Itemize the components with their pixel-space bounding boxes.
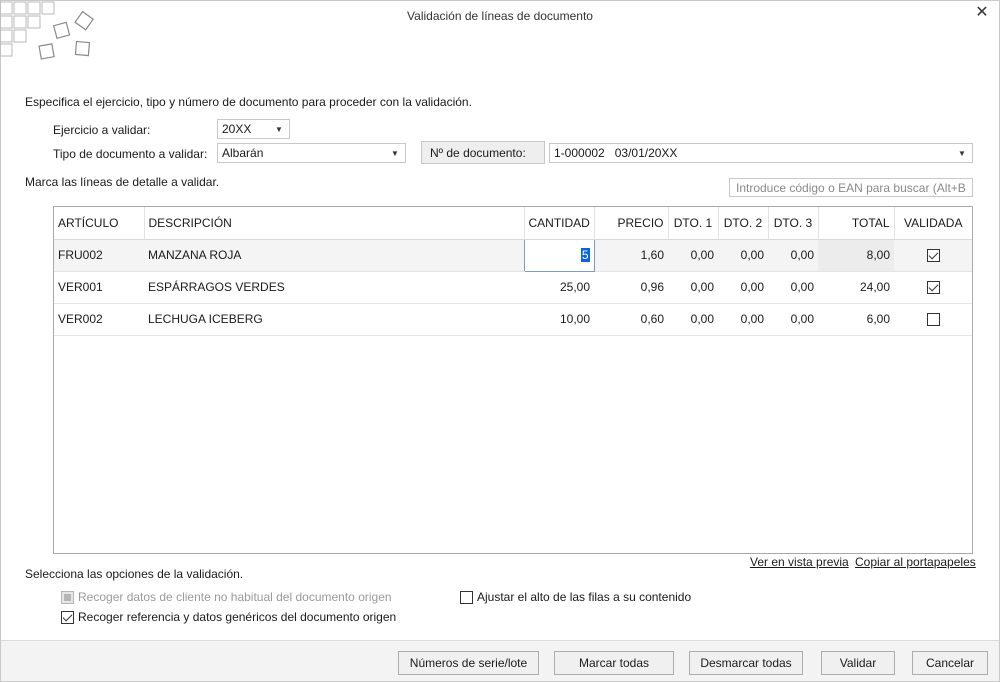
- cell-descripcion: MANZANA ROJA: [144, 239, 524, 272]
- cell-dto1: 0,00: [668, 303, 718, 336]
- cell-articulo: FRU002: [54, 239, 144, 272]
- cell-dto3: 0,00: [768, 271, 818, 304]
- cell-articulo: VER002: [54, 303, 144, 336]
- serie-lote-button[interactable]: Números de serie/lote: [398, 651, 539, 675]
- validada-checkbox[interactable]: [926, 281, 940, 295]
- cell-dto1: 0,00: [668, 271, 718, 304]
- recoger-cliente-checkbox: [61, 590, 74, 604]
- col-total[interactable]: TOTAL: [818, 207, 895, 240]
- chevron-down-icon: ▼: [275, 124, 283, 134]
- cell-dto3: 0,00: [768, 303, 818, 336]
- cell-descripcion: ESPÁRRAGOS VERDES: [144, 271, 524, 304]
- col-articulo[interactable]: ARTÍCULO: [54, 207, 145, 240]
- search-input[interactable]: [729, 178, 973, 197]
- table-row[interactable]: VER002 LECHUGA ICEBERG 10,00 0,60 0,00 0…: [54, 303, 972, 336]
- cell-dto1: 0,00: [668, 239, 718, 272]
- table-row[interactable]: VER001 ESPÁRRAGOS VERDES 25,00 0,96 0,00…: [54, 271, 972, 304]
- cell-validada: [894, 239, 972, 272]
- cell-precio: 0,60: [594, 303, 668, 336]
- ajustar-alto-label: Ajustar el alto de las filas a su conten…: [477, 590, 692, 604]
- cell-dto2: 0,00: [718, 271, 768, 304]
- cell-total: 8,00: [818, 239, 894, 272]
- chevron-down-icon: ▼: [391, 148, 399, 158]
- cell-total: 6,00: [818, 303, 894, 336]
- ajustar-alto-checkbox[interactable]: [460, 590, 473, 604]
- validar-button[interactable]: Validar: [821, 651, 895, 675]
- ejercicio-label: Ejercicio a validar:: [53, 123, 151, 137]
- cell-cantidad: 25,00: [524, 271, 594, 304]
- cell-precio: 1,60: [594, 239, 668, 272]
- col-dto3[interactable]: DTO. 3: [768, 207, 819, 240]
- intro-text: Especifica el ejercicio, tipo y número d…: [25, 95, 472, 109]
- documento-label: Nº de documento:: [421, 141, 545, 164]
- recoger-referencia-label: Recoger referencia y datos genéricos del…: [78, 610, 397, 624]
- recoger-referencia-option[interactable]: Recoger referencia y datos genéricos del…: [61, 610, 396, 624]
- options-label: Selecciona las opciones de la validación…: [25, 567, 244, 581]
- ajustar-alto-option[interactable]: Ajustar el alto de las filas a su conten…: [460, 590, 691, 604]
- tipo-label: Tipo de documento a validar:: [53, 147, 208, 161]
- col-dto1[interactable]: DTO. 1: [668, 207, 719, 240]
- col-precio[interactable]: PRECIO: [594, 207, 669, 240]
- validada-checkbox[interactable]: [926, 249, 940, 263]
- cell-validada: [894, 303, 972, 336]
- cell-articulo: VER001: [54, 271, 144, 304]
- documento-select[interactable]: 1-000002 03/01/20XX ▼: [549, 143, 973, 163]
- cell-total: 24,00: [818, 271, 894, 304]
- cantidad-edit-cell[interactable]: 5: [523, 238, 595, 272]
- chevron-down-icon: ▼: [958, 148, 966, 158]
- cell-dto2: 0,00: [718, 239, 768, 272]
- col-validada[interactable]: VALIDADA: [894, 207, 972, 240]
- lines-label: Marca las líneas de detalle a validar.: [25, 175, 220, 189]
- recoger-referencia-checkbox[interactable]: [61, 610, 74, 624]
- tipo-value: Albarán: [222, 146, 264, 160]
- copy-link[interactable]: Copiar al portapapeles: [855, 555, 976, 569]
- col-descripcion[interactable]: DESCRIPCIÓN: [144, 207, 525, 240]
- recoger-cliente-label: Recoger datos de cliente no habitual del…: [78, 590, 392, 604]
- cell-dto3: 0,00: [768, 239, 818, 272]
- ejercicio-value: 20XX: [222, 122, 252, 136]
- cell-cantidad: 10,00: [524, 303, 594, 336]
- preview-link[interactable]: Ver en vista previa: [750, 555, 849, 569]
- cell-precio: 0,96: [594, 271, 668, 304]
- documento-value: 1-000002 03/01/20XX: [554, 146, 678, 160]
- col-dto2[interactable]: DTO. 2: [718, 207, 769, 240]
- desmarcar-todas-button[interactable]: Desmarcar todas: [689, 651, 803, 675]
- window-title: Validación de líneas de documento: [407, 9, 593, 23]
- cancelar-button[interactable]: Cancelar: [912, 651, 988, 675]
- recoger-cliente-option: Recoger datos de cliente no habitual del…: [61, 590, 392, 604]
- lines-grid[interactable]: ARTÍCULO DESCRIPCIÓN CANTIDAD PRECIO DTO…: [53, 206, 973, 554]
- close-icon[interactable]: ✕: [973, 4, 991, 22]
- cell-dto2: 0,00: [718, 303, 768, 336]
- cell-descripcion: LECHUGA ICEBERG: [144, 303, 524, 336]
- ejercicio-select[interactable]: 20XX ▼: [217, 119, 290, 139]
- cell-cantidad[interactable]: 5: [580, 248, 590, 262]
- cell-validada: [894, 271, 972, 304]
- tipo-select[interactable]: Albarán ▼: [217, 143, 406, 163]
- validada-checkbox[interactable]: [926, 313, 940, 327]
- col-cantidad[interactable]: CANTIDAD: [524, 207, 595, 240]
- marcar-todas-button[interactable]: Marcar todas: [554, 651, 674, 675]
- grid-header: ARTÍCULO DESCRIPCIÓN CANTIDAD PRECIO DTO…: [54, 207, 972, 240]
- table-row[interactable]: FRU002 MANZANA ROJA 5 1,60 0,00 0,00 0,0…: [54, 238, 972, 272]
